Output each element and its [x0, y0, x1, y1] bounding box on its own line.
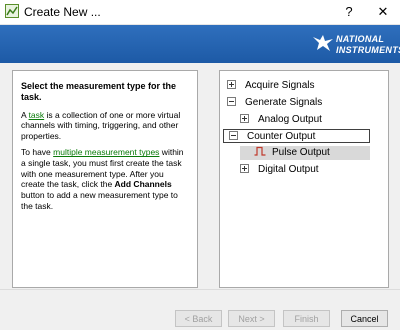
close-button[interactable]: ✕ — [375, 4, 391, 20]
tree-item-label: Counter Output — [247, 131, 316, 142]
collapse-minus-icon[interactable] — [229, 130, 238, 140]
tree-item-label: Acquire Signals — [245, 80, 315, 91]
finish-button[interactable]: Finish — [283, 310, 330, 327]
tree-item-analog-output[interactable]: Analog Output — [240, 113, 322, 127]
back-button[interactable]: < Back — [175, 310, 222, 327]
tree-item-label: Pulse Output — [272, 147, 330, 158]
help-heading: Select the measurement type for the task… — [21, 81, 177, 103]
button-bar: < Back Next > Finish Cancel — [0, 289, 400, 330]
window-title: Create New ... — [24, 5, 101, 19]
multiple-measurement-types-link[interactable]: multiple measurement types — [53, 147, 159, 157]
tree-item-counter-output[interactable]: Counter Output — [223, 129, 370, 143]
tree-item-label: Generate Signals — [245, 97, 323, 108]
task-link[interactable]: task — [29, 110, 45, 120]
expand-plus-icon[interactable] — [240, 113, 249, 123]
tree-item-pulse-output[interactable]: Pulse Output — [240, 146, 370, 160]
help-text: button to add a new measurement type to … — [21, 189, 178, 211]
help-paragraph-multiple: To have multiple measurement types withi… — [21, 147, 189, 211]
help-paragraph-task: A task is a collection of one or more vi… — [21, 110, 189, 142]
header-banner: NATIONAL INSTRUMENTS — [0, 25, 400, 63]
help-text: To have — [21, 147, 54, 158]
help-panel: Select the measurement type for the task… — [12, 70, 198, 288]
tree-item-digital-output[interactable]: Digital Output — [240, 163, 319, 177]
cancel-button[interactable]: Cancel — [341, 310, 388, 327]
help-button[interactable]: ? — [341, 4, 357, 19]
logo-text-instruments: INSTRUMENTS — [336, 45, 400, 55]
expand-plus-icon[interactable] — [240, 163, 249, 173]
tree-item-acquire-signals[interactable]: Acquire Signals — [227, 79, 314, 93]
expand-plus-icon[interactable] — [227, 79, 236, 89]
measurement-type-tree[interactable]: Acquire Signals Generate Signals Analog … — [219, 70, 389, 288]
tree-item-label: Digital Output — [258, 164, 319, 175]
title-bar: Create New ... ? ✕ — [0, 0, 400, 25]
eagle-icon — [313, 35, 333, 51]
collapse-minus-icon[interactable] — [227, 96, 236, 106]
tree-item-generate-signals[interactable]: Generate Signals — [227, 96, 322, 110]
next-button[interactable]: Next > — [228, 310, 275, 327]
logo-text-national: NATIONAL — [336, 34, 385, 44]
app-icon — [5, 4, 19, 18]
help-text: A — [21, 109, 29, 120]
ni-logo: NATIONAL INSTRUMENTS — [312, 30, 400, 58]
tree-item-label: Analog Output — [258, 114, 322, 125]
help-text: is a collection of one or more virtual c… — [21, 109, 181, 141]
help-bold-text: Add Channels — [114, 179, 172, 190]
pulse-icon — [254, 147, 266, 156]
dialog-body: Select the measurement type for the task… — [0, 63, 400, 289]
